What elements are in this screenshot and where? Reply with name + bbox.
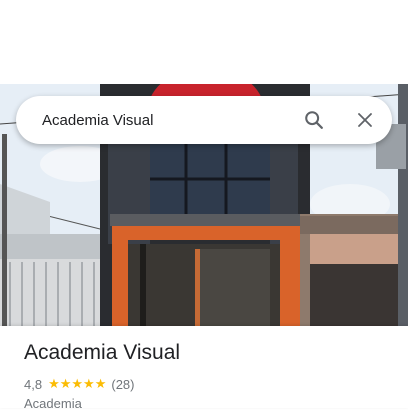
search-bar: [16, 96, 392, 144]
place-info-sheet[interactable]: Academia Visual 4,8 ★★★★★ (28) Academia: [0, 326, 408, 411]
rating-stars: ★★★★★: [48, 376, 107, 391]
rating-row: 4,8 ★★★★★ (28): [24, 376, 134, 392]
place-name: Academia Visual: [24, 341, 181, 364]
search-icon: [305, 111, 323, 129]
close-icon: [358, 113, 372, 127]
close-button[interactable]: [349, 104, 381, 136]
search-button[interactable]: [298, 104, 330, 136]
place-category: Academia: [24, 396, 82, 411]
review-count[interactable]: (28): [111, 377, 134, 392]
rating-value: 4,8: [24, 376, 43, 392]
search-input[interactable]: [40, 99, 294, 141]
